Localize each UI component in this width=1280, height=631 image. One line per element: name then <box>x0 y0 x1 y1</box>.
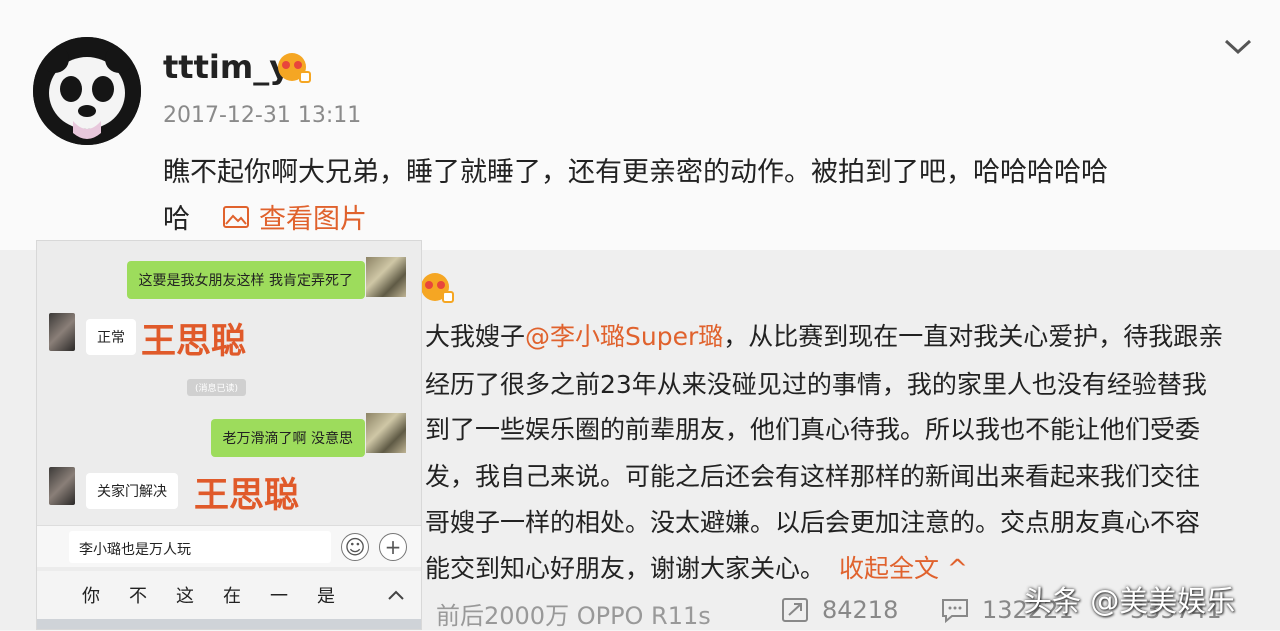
post2-line-5: 哥嫂子一样的相处。没太避嫌。以后会更加注意的。交点朋友真心不容 <box>425 508 1201 537</box>
ime-candidate[interactable]: 一 <box>270 582 288 608</box>
post-timestamp: 2017-12-31 13:11 <box>163 103 362 128</box>
post-content-line-1: 瞧不起你啊大兄弟，睡了就睡了，还有更亲密的动作。被拍到了吧，哈哈哈哈哈 <box>163 157 1108 188</box>
chat-avatar-right <box>366 257 406 297</box>
repost-icon <box>782 598 808 622</box>
chat-avatar-left <box>49 313 75 351</box>
weibo-post-top: tttim_y 2017-12-31 13:11 瞧不起你啊大兄弟，睡了就睡了，… <box>0 0 1280 250</box>
watermark: 头条 @美美娱乐 <box>1023 584 1236 618</box>
chat-text-input[interactable]: 李小璐也是万人玩 <box>69 531 331 563</box>
ime-candidate[interactable]: 这 <box>176 582 194 608</box>
post2-line-4: 发，我自己来说。可能之后还会有这样那样的新闻出来看起来我们交往 <box>425 462 1201 491</box>
post2-line-1-post: ，从比赛到现在一直对我关心爱护，待我跟亲 <box>723 322 1224 351</box>
ime-candidate-bar: 你 不 这 在 一 是 <box>37 571 421 619</box>
plus-button[interactable]: + <box>379 533 407 561</box>
vip-emoji-icon <box>421 273 454 303</box>
username[interactable]: tttim_y <box>163 48 290 86</box>
chat-message-received-2: 关家门解决 <box>86 473 178 509</box>
view-image-label: 查看图片 <box>259 204 367 235</box>
chat-input-row: 李小璐也是万人玩 ☺ + <box>37 525 421 567</box>
device-source: 前后2000万 OPPO R11s <box>436 602 711 630</box>
post2-line-2: 经历了很多之前23年从来没碰见过的事情，我的家里人也没有经验替我 <box>425 370 1207 399</box>
chat-avatar-right <box>366 413 406 453</box>
keyboard-row <box>37 619 421 629</box>
chevron-down-icon[interactable] <box>1222 34 1254 58</box>
user-avatar[interactable] <box>33 37 141 145</box>
post2-line-1: 大我嫂子@李小璐Super璐，从比赛到现在一直对我关心爱护，待我跟亲 <box>425 317 1223 353</box>
chat-message-sent-1: 这要是我女朋友这样 我肯定弄死了 <box>126 261 365 299</box>
chat-avatar-left <box>49 467 75 505</box>
ime-candidate[interactable]: 是 <box>317 582 335 608</box>
image-icon <box>223 205 249 228</box>
chevron-up-icon[interactable] <box>387 589 405 601</box>
post2-line-1-pre: 大我嫂子 <box>425 322 526 351</box>
chat-screenshot-popup: 这要是我女朋友这样 我肯定弄死了 正常 王思聪 (消息已读) 老万滑滴了啊 没意… <box>36 240 422 630</box>
collapse-full-text-link[interactable]: 收起全文 ^ <box>839 554 968 583</box>
user-mention-link[interactable]: @李小璐Super璐 <box>525 322 723 351</box>
name-overlay-2: 王思聪 <box>194 476 300 516</box>
view-image-link[interactable]: 查看图片 <box>222 197 367 236</box>
post2-line-6: 能交到知心好朋友，谢谢大家关心。 收起全文 ^ <box>425 549 968 585</box>
emoji-button[interactable]: ☺ <box>341 533 369 561</box>
post-content-line-2: 哈 <box>163 204 190 235</box>
ime-candidate[interactable]: 在 <box>223 582 241 608</box>
repost-button[interactable]: 84218 <box>780 596 898 624</box>
repost-count: 84218 <box>822 596 899 624</box>
post2-line-3: 到了一些娱乐圈的前辈朋友，他们真心待我。所以我也不能让他们受委 <box>425 415 1201 444</box>
ime-candidate[interactable]: 不 <box>129 582 147 608</box>
ime-candidate[interactable]: 你 <box>82 582 100 608</box>
chat-message-received-1: 正常 <box>86 319 136 355</box>
panda-avatar-icon <box>33 37 141 145</box>
chat-system-tag: (消息已读) <box>187 379 247 396</box>
vip-emoji-icon <box>278 53 311 83</box>
name-overlay-1: 王思聪 <box>141 322 247 362</box>
chat-message-sent-2: 老万滑滴了啊 没意思 <box>210 419 365 457</box>
post2-line-6-text: 能交到知心好朋友，谢谢大家关心。 <box>425 554 826 583</box>
comment-icon <box>942 599 968 624</box>
